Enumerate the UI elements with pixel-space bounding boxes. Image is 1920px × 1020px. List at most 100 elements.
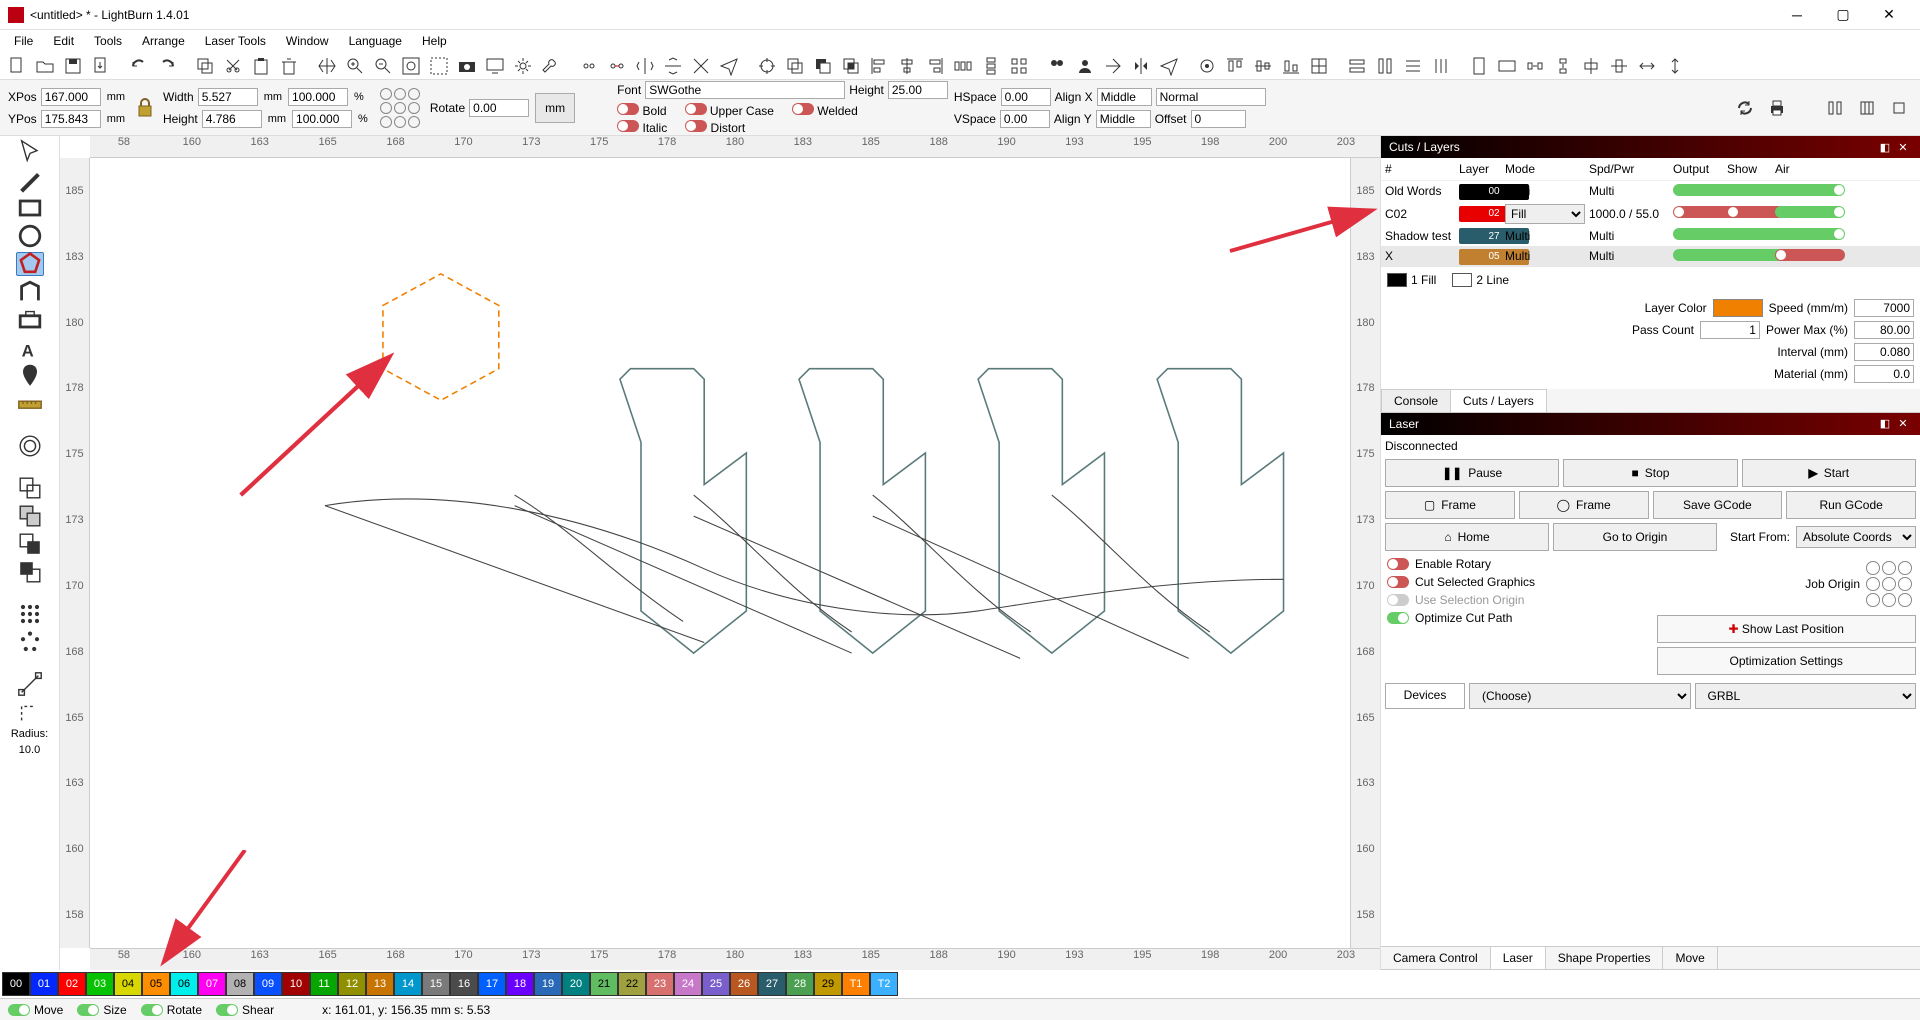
palette-chip-06[interactable]: 06	[170, 972, 198, 996]
power-input[interactable]	[1854, 321, 1914, 339]
width-pct-input[interactable]	[288, 88, 348, 106]
air-toggle[interactable]	[1775, 228, 1845, 240]
palette-chip-11[interactable]: 11	[310, 972, 338, 996]
stack2-icon[interactable]	[1372, 54, 1398, 78]
optimization-settings-button[interactable]: Optimization Settings	[1657, 647, 1917, 675]
frame-rect-button[interactable]: ▢ Frame	[1385, 491, 1515, 519]
flip-h-icon[interactable]	[632, 54, 658, 78]
camera-icon[interactable]	[454, 54, 480, 78]
mirror-icon[interactable]	[688, 54, 714, 78]
pan-icon[interactable]	[314, 54, 340, 78]
tab-move[interactable]: Move	[1663, 947, 1717, 969]
palette-chip-27[interactable]: 27	[758, 972, 786, 996]
font-select[interactable]	[645, 81, 845, 99]
tab-shape-properties[interactable]: Shape Properties	[1546, 947, 1664, 969]
palette-chip-04[interactable]: 04	[114, 972, 142, 996]
palette-chip-T2[interactable]: T2	[870, 972, 898, 996]
distort-toggle[interactable]	[685, 120, 707, 132]
distribute-cols-icon[interactable]	[1428, 54, 1454, 78]
interval-input[interactable]	[1854, 343, 1914, 361]
menu-window[interactable]: Window	[278, 32, 337, 50]
mirror-shapes-icon[interactable]	[1128, 54, 1154, 78]
redo-icon[interactable]	[154, 54, 180, 78]
frame-oval-button[interactable]: ◯ Frame	[1519, 491, 1649, 519]
speed-input[interactable]	[1854, 299, 1914, 317]
send2-icon[interactable]	[1156, 54, 1182, 78]
palette-chip-18[interactable]: 18	[506, 972, 534, 996]
palette-chip-24[interactable]: 24	[674, 972, 702, 996]
import-icon[interactable]	[88, 54, 114, 78]
cuts-close-icon[interactable]: ✕	[1894, 141, 1912, 154]
align-vcenter-icon[interactable]	[1306, 54, 1332, 78]
center1-icon[interactable]	[1578, 54, 1604, 78]
distribute-v-icon[interactable]	[978, 54, 1004, 78]
run-gcode-button[interactable]: Run GCode	[1786, 491, 1916, 519]
align-right-icon[interactable]	[922, 54, 948, 78]
tab-laser[interactable]: Laser	[1491, 947, 1546, 969]
goto-origin-button[interactable]: Go to Origin	[1553, 523, 1717, 551]
enable-rotary-toggle[interactable]	[1387, 558, 1409, 570]
marker-tool-icon[interactable]	[16, 364, 44, 388]
zoom-frame-icon[interactable]	[398, 54, 424, 78]
device-choose-select[interactable]: (Choose)	[1469, 683, 1691, 709]
select-tool-icon[interactable]	[16, 140, 44, 164]
align-top-icon[interactable]	[1222, 54, 1248, 78]
status-size-toggle[interactable]	[77, 1004, 99, 1016]
welded-toggle[interactable]	[792, 103, 814, 115]
palette-chip-26[interactable]: 26	[730, 972, 758, 996]
air-toggle[interactable]	[1775, 184, 1845, 196]
zoom-in-icon[interactable]	[342, 54, 368, 78]
palette-chip-16[interactable]: 16	[450, 972, 478, 996]
edit-corners-tool-icon[interactable]	[16, 700, 44, 724]
zoom-selection-icon[interactable]	[426, 54, 452, 78]
status-rotate-toggle[interactable]	[141, 1004, 163, 1016]
page-h-icon[interactable]	[1494, 54, 1520, 78]
units-button[interactable]: mm	[535, 93, 575, 123]
cuts-row[interactable]: X 05 Multi Multi	[1381, 246, 1920, 267]
polygon-tool-icon[interactable]	[16, 252, 44, 276]
laser-undock-icon[interactable]: ◧	[1876, 417, 1894, 430]
flip-v-icon[interactable]	[660, 54, 686, 78]
measure-tool-icon[interactable]	[16, 392, 44, 416]
target-icon[interactable]	[754, 54, 780, 78]
hspace-input[interactable]	[1001, 88, 1051, 106]
path-tool-icon[interactable]	[16, 280, 44, 304]
lock-icon[interactable]	[133, 91, 157, 125]
menu-arrange[interactable]: Arrange	[134, 32, 193, 50]
palette-chip-28[interactable]: 28	[786, 972, 814, 996]
device-type-select[interactable]: GRBL	[1695, 683, 1917, 709]
palette-chip-08[interactable]: 08	[226, 972, 254, 996]
devices-button[interactable]: Devices	[1385, 683, 1465, 709]
array-grid-icon[interactable]	[1006, 54, 1032, 78]
close-button[interactable]: ✕	[1866, 1, 1912, 29]
palette-chip-02[interactable]: 02	[58, 972, 86, 996]
boolean-union-icon[interactable]	[782, 54, 808, 78]
spacing1-icon[interactable]	[1522, 54, 1548, 78]
width-input[interactable]	[198, 88, 258, 106]
palette-chip-07[interactable]: 07	[198, 972, 226, 996]
tab-tool-icon[interactable]	[16, 308, 44, 332]
height-pct-input[interactable]	[292, 110, 352, 128]
copy-icon[interactable]	[192, 54, 218, 78]
palette-chip-01[interactable]: 01	[30, 972, 58, 996]
rectangle-tool-icon[interactable]	[16, 196, 44, 220]
job-origin-grid[interactable]	[1866, 561, 1912, 607]
ungroup-icon[interactable]	[604, 54, 630, 78]
status-shear-toggle[interactable]	[216, 1004, 238, 1016]
makewide-icon[interactable]	[1634, 54, 1660, 78]
start-button[interactable]: ▶Start	[1742, 459, 1916, 487]
status-move-toggle[interactable]	[8, 1004, 30, 1016]
delete-icon[interactable]	[276, 54, 302, 78]
alignx-select[interactable]	[1097, 88, 1152, 106]
height-input[interactable]	[202, 110, 262, 128]
ypos-input[interactable]	[41, 110, 101, 128]
palette-chip-20[interactable]: 20	[562, 972, 590, 996]
weld3-tool-icon[interactable]	[16, 532, 44, 556]
open-icon[interactable]	[32, 54, 58, 78]
palette-chip-17[interactable]: 17	[478, 972, 506, 996]
distribute-h-icon[interactable]	[950, 54, 976, 78]
palette-chip-14[interactable]: 14	[394, 972, 422, 996]
maximize-button[interactable]: ▢	[1820, 1, 1866, 29]
layer-color-swatch[interactable]	[1713, 299, 1763, 317]
undo-icon[interactable]	[126, 54, 152, 78]
